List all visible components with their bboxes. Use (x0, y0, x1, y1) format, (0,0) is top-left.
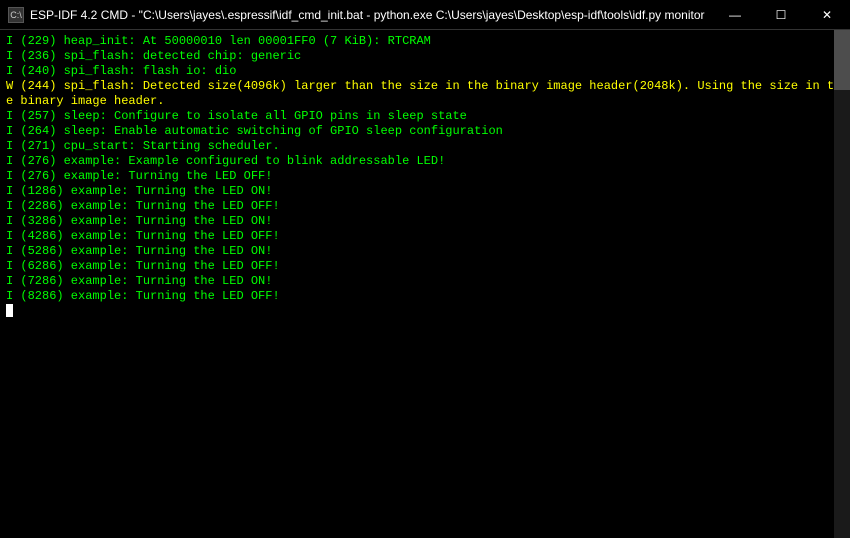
close-button[interactable]: ✕ (804, 0, 850, 29)
log-line: I (257) sleep: Configure to isolate all … (6, 109, 844, 124)
log-line: I (276) example: Turning the LED OFF! (6, 169, 844, 184)
log-line: I (8286) example: Turning the LED OFF! (6, 289, 844, 304)
log-line: I (264) sleep: Enable automatic switchin… (6, 124, 844, 139)
log-line: I (229) heap_init: At 50000010 len 00001… (6, 34, 844, 49)
log-container: I (229) heap_init: At 50000010 len 00001… (6, 34, 844, 304)
log-line: I (236) spi_flash: detected chip: generi… (6, 49, 844, 64)
window-title: ESP-IDF 4.2 CMD - "C:\Users\jayes\.espre… (30, 8, 712, 22)
log-line: I (7286) example: Turning the LED ON! (6, 274, 844, 289)
scrollbar-track[interactable] (834, 30, 850, 538)
scrollbar-thumb[interactable] (834, 30, 850, 90)
log-line: I (1286) example: Turning the LED ON! (6, 184, 844, 199)
cmd-icon: C:\ (8, 7, 24, 23)
minimize-button[interactable]: — (712, 0, 758, 29)
log-line: I (3286) example: Turning the LED ON! (6, 214, 844, 229)
cursor (6, 304, 13, 317)
log-line: I (4286) example: Turning the LED OFF! (6, 229, 844, 244)
log-line: I (6286) example: Turning the LED OFF! (6, 259, 844, 274)
log-line: I (2286) example: Turning the LED OFF! (6, 199, 844, 214)
log-line: I (276) example: Example configured to b… (6, 154, 844, 169)
log-line: I (240) spi_flash: flash io: dio (6, 64, 844, 79)
titlebar[interactable]: C:\ ESP-IDF 4.2 CMD - "C:\Users\jayes\.e… (0, 0, 850, 30)
terminal-window: C:\ ESP-IDF 4.2 CMD - "C:\Users\jayes\.e… (0, 0, 850, 538)
terminal-output[interactable]: I (229) heap_init: At 50000010 len 00001… (0, 30, 850, 538)
log-line: I (5286) example: Turning the LED ON! (6, 244, 844, 259)
log-line: W (244) spi_flash: Detected size(4096k) … (6, 79, 844, 109)
log-line: I (271) cpu_start: Starting scheduler. (6, 139, 844, 154)
maximize-button[interactable]: ☐ (758, 0, 804, 29)
window-controls: — ☐ ✕ (712, 0, 850, 29)
